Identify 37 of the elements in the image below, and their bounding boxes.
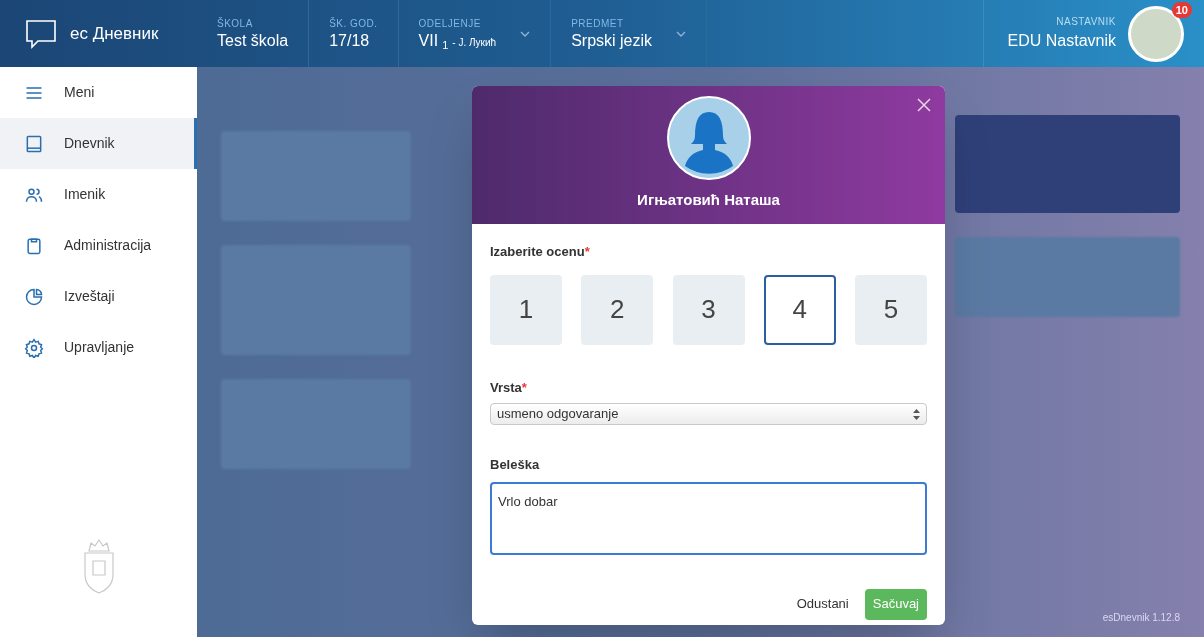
field-label: Vrsta*: [490, 378, 528, 397]
field-label: PREDMET: [571, 17, 625, 31]
grade-option[interactable]: 1: [490, 274, 562, 345]
field-value: Test škola: [217, 31, 289, 51]
book-icon: [24, 133, 44, 154]
app-logo-text: ес Дневник: [70, 22, 159, 45]
field-label: ŠKOLA: [217, 16, 254, 31]
person-avatar-icon: [666, 96, 751, 180]
field-label: Beleška: [490, 456, 541, 474]
field-value: VII: [418, 31, 439, 51]
user-name: EDU Nastavnik: [1007, 31, 1116, 51]
grade-option[interactable]: 2: [581, 274, 654, 345]
settings-icon: [24, 337, 44, 358]
notification-badge: 10: [1171, 1, 1192, 18]
grade-option[interactable]: 4: [763, 274, 836, 345]
field-value: 17/18: [329, 31, 370, 51]
class-number: 1: [442, 38, 449, 53]
close-icon: [917, 98, 931, 112]
field-label: ŠK. GOD.: [329, 16, 378, 31]
close-button[interactable]: [917, 98, 931, 112]
field-label: Izaberite ocenu*: [490, 243, 591, 261]
teacher-name: - J. Лукић: [452, 36, 497, 50]
sidebar-item[interactable]: Dnevnik: [0, 118, 197, 169]
field-value: Srpski jezik: [571, 31, 653, 51]
note-field[interactable]: Vrlo dobar: [490, 481, 927, 555]
grade-option[interactable]: 3: [672, 274, 745, 345]
student-name: Игњатовић Наташа: [637, 190, 780, 210]
select-arrows-icon: [913, 408, 920, 420]
logo-icon: [24, 17, 58, 50]
version-text: esDnevnik 1.12.8: [1102, 611, 1180, 625]
caret-icon: [676, 30, 687, 37]
pie-chart-icon: [24, 286, 44, 307]
user-role: NASTAVNIK: [1056, 15, 1116, 29]
caret-icon: [520, 30, 531, 37]
grade-option[interactable]: 5: [855, 274, 927, 345]
type-select[interactable]: usmeno odgovaranje: [490, 403, 927, 425]
field-label: ODELJENJE: [418, 17, 482, 31]
